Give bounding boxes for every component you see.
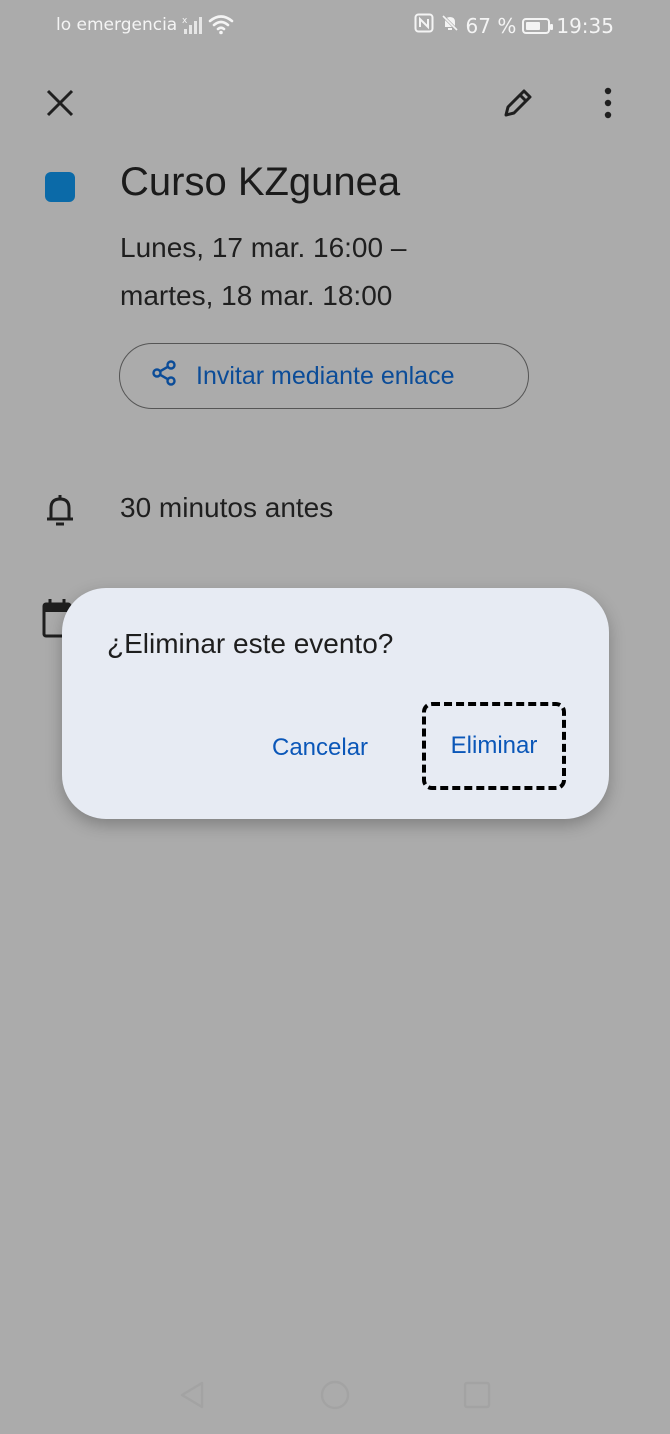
muted-bell-icon xyxy=(440,13,460,38)
recents-icon[interactable] xyxy=(463,1381,491,1414)
delete-button-highlight: Eliminar xyxy=(422,702,566,790)
home-icon[interactable] xyxy=(320,1380,350,1415)
status-carrier-text: lo emergencia xyxy=(56,15,178,35)
delete-button[interactable]: Eliminar xyxy=(451,732,538,760)
status-right-group: 67 % 19:35 xyxy=(414,13,614,38)
close-icon[interactable] xyxy=(44,87,76,119)
edit-pencil-icon[interactable] xyxy=(500,85,536,121)
event-title: Curso KZgunea xyxy=(120,160,401,204)
event-dates: Lunes, 17 mar. 16:00 – martes, 18 mar. 1… xyxy=(120,224,406,320)
svg-text:x: x xyxy=(182,16,188,26)
share-icon xyxy=(150,359,178,394)
invite-link-button[interactable]: Invitar mediante enlace xyxy=(119,343,529,409)
signal-icon: x xyxy=(182,14,204,41)
delete-confirm-dialog: ¿Eliminar este evento? Cancelar Eliminar xyxy=(62,588,609,819)
dialog-title: ¿Eliminar este evento? xyxy=(107,628,394,659)
wifi-icon xyxy=(208,13,234,40)
reminder-text: 30 minutos antes xyxy=(120,492,334,523)
more-options-icon[interactable] xyxy=(598,86,618,120)
back-icon[interactable] xyxy=(178,1380,206,1415)
bell-icon xyxy=(43,492,77,528)
invite-link-label: Invitar mediante enlace xyxy=(196,361,455,390)
battery-percent: 67 % xyxy=(465,13,517,38)
system-nav-bar xyxy=(0,1366,670,1426)
nfc-icon xyxy=(414,13,434,38)
event-color-indicator xyxy=(45,172,75,202)
cancel-button[interactable]: Cancelar xyxy=(272,734,368,762)
event-date-start: Lunes, 17 mar. 16:00 – xyxy=(120,232,407,263)
event-date-end: martes, 18 mar. 18:00 xyxy=(120,280,393,311)
battery-icon xyxy=(522,17,554,34)
clock-time: 19:35 xyxy=(556,13,614,38)
